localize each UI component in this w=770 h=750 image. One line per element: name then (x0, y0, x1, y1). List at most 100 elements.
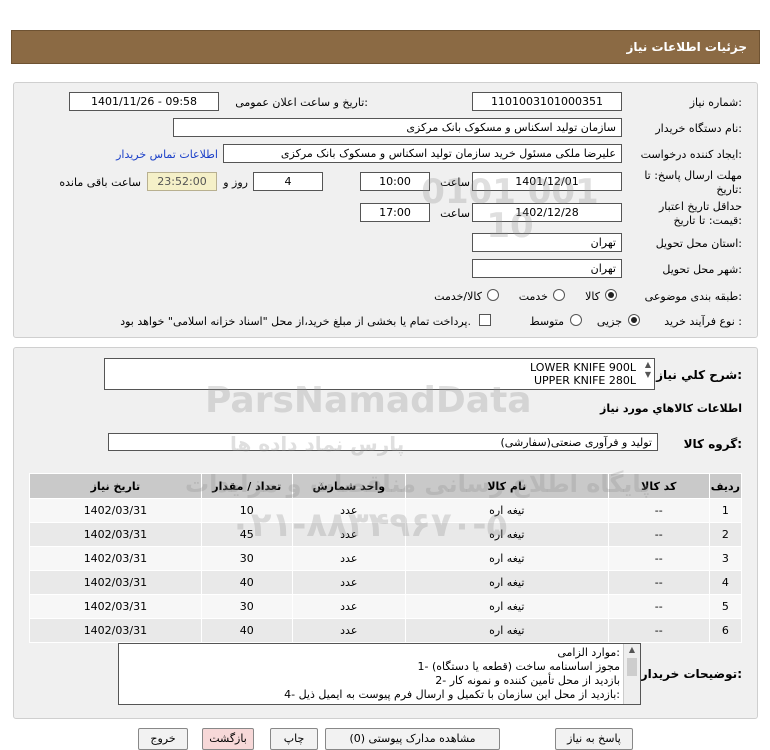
deadline-date-field: 1401/12/01 (472, 172, 622, 191)
goods-section-title: اطلاعات کالاهاي مورد نياز (600, 402, 742, 415)
col-header-quantity: تعداد / مقدار (200, 473, 293, 499)
category-both-label: کالا/خدمت (434, 290, 482, 303)
announce-field: 1401/11/26 - 09:58 (69, 92, 219, 111)
cell-name: تیغه اره (404, 594, 609, 619)
col-header-row-number: ردیف (708, 473, 743, 499)
cell-unit: عدد (291, 570, 406, 595)
summary-label: شرح کلي نياز: (656, 368, 742, 382)
notes-line-2: 1- مجوز اساسنامه ساخت (قطعه یا دستگاه) (417, 660, 620, 673)
cell-unit: عدد (291, 594, 406, 619)
cell-date: 1402/03/31 (29, 498, 202, 523)
notes-line-4: 4- بازدید از محل این سازمان با تکمیل و ا… (284, 688, 620, 701)
page-title: جزئیات اطلاعات نیاز (626, 40, 747, 54)
process-label: نوع فرآیند خرید : (664, 315, 742, 328)
cell-quantity: 45 (200, 522, 293, 547)
cell-name: تیغه اره (404, 522, 609, 547)
cell-row-number: 5 (708, 594, 743, 619)
days-label: روز و (223, 176, 248, 189)
notes-line-1: موارد الزامی: (557, 646, 620, 659)
view-documents-button[interactable]: مشاهده مدارک پیوستی (0) (325, 728, 500, 750)
buyer-org-label: نام دستگاه خریدار: (655, 122, 742, 135)
scroll-thumb[interactable] (627, 658, 637, 676)
deadline-label: مهلت ارسال پاسخ: تا (644, 169, 742, 182)
back-button[interactable]: بازگشت (202, 728, 254, 750)
table-row: 5 -- تیغه اره عدد 30 1402/03/31 (29, 594, 743, 619)
table-row: 3 -- تیغه اره عدد 30 1402/03/31 (29, 546, 743, 571)
announce-label: تاریخ و ساعت اعلان عمومی: (235, 96, 368, 109)
table-row: 6 -- تیغه اره عدد 40 1402/03/31 (29, 618, 743, 643)
cell-unit: عدد (291, 498, 406, 523)
scroll-up-arrow-icon[interactable]: ▲ (624, 644, 640, 656)
cell-code: -- (607, 618, 710, 643)
category-both-radio[interactable] (487, 289, 499, 301)
cell-date: 1402/03/31 (29, 522, 202, 547)
category-label: طبقه بندی موضوعی: (644, 290, 742, 303)
summary-scroll-arrows[interactable]: ▲ ▼ (645, 360, 651, 380)
validity-label-2: قیمت: تا تاریخ: (673, 214, 742, 227)
table-row: 1 -- تیغه اره عدد 10 1402/03/31 (29, 498, 743, 523)
cell-date: 1402/03/31 (29, 570, 202, 595)
print-button[interactable]: چاپ (270, 728, 318, 750)
need-number-label: شماره نیاز: (689, 96, 742, 109)
days-field: 4 (253, 172, 323, 191)
deadline-label-2: تاریخ: (716, 183, 742, 196)
validity-label: حداقل تاریخ اعتبار (658, 200, 742, 213)
contact-buyer-link[interactable]: اطلاعات تماس خریدار (116, 148, 218, 161)
notes-line-3: 2- بازدید از محل تأمین کننده و نمونه کار (435, 674, 620, 687)
exit-button[interactable]: خروج (138, 728, 188, 750)
cell-unit: عدد (291, 522, 406, 547)
cell-date: 1402/03/31 (29, 594, 202, 619)
province-label: استان محل تحویل: (655, 237, 742, 250)
cell-name: تیغه اره (404, 618, 609, 643)
cell-name: تیغه اره (404, 498, 609, 523)
remaining-time-field: 23:52:00 (147, 172, 217, 191)
cell-date: 1402/03/31 (29, 618, 202, 643)
need-number-field: 1101003101000351 (472, 92, 622, 111)
buyer-org-field: سازمان تولید اسکناس و مسکوک بانک مرکزی (173, 118, 622, 137)
process-partial-label: جزیی (596, 315, 622, 328)
cell-name: تیغه اره (404, 570, 609, 595)
remaining-label: ساعت باقی مانده (59, 176, 141, 189)
summary-textarea[interactable]: LOWER KNIFE 900L UPPER KNIFE 280L ▲ ▼ (104, 358, 655, 390)
goods-group-field: تولید و فرآوری صنعتی(سفارشی) (108, 433, 658, 451)
col-header-code: کد کالا (607, 473, 710, 499)
col-header-unit: واحد شمارش (291, 473, 406, 499)
deadline-time-field: 10:00 (360, 172, 430, 191)
process-partial-radio[interactable] (628, 314, 640, 326)
process-medium-label: متوسط (529, 315, 564, 328)
creator-label: ایجاد کننده درخواست: (640, 148, 742, 161)
cell-row-number: 1 (708, 498, 743, 523)
province-field: تهران (472, 233, 622, 252)
cell-code: -- (607, 594, 710, 619)
table-row: 2 -- تیغه اره عدد 45 1402/03/31 (29, 522, 743, 547)
category-service-radio[interactable] (553, 289, 565, 301)
category-service-label: خدمت (518, 290, 548, 303)
validity-date-field: 1402/12/28 (472, 203, 622, 222)
summary-line-2: UPPER KNIFE 280L (534, 374, 636, 387)
cell-row-number: 3 (708, 546, 743, 571)
category-goods-label: کالا (585, 290, 600, 303)
cell-row-number: 6 (708, 618, 743, 643)
cell-code: -- (607, 546, 710, 571)
items-table: ردیف کد کالا نام کالا واحد شمارش تعداد /… (29, 473, 743, 643)
treasury-payment-checkbox[interactable] (479, 314, 491, 326)
table-row: 4 -- تیغه اره عدد 40 1402/03/31 (29, 570, 743, 595)
validity-hour-label: ساعت (440, 207, 470, 220)
notes-scrollbar[interactable]: ▲ (623, 644, 640, 704)
creator-field: علیرضا ملکی مسئول خرید سازمان تولید اسکن… (223, 144, 622, 163)
cell-row-number: 2 (708, 522, 743, 547)
buyer-notes-textarea[interactable]: موارد الزامی: 1- مجوز اساسنامه ساخت (قطع… (118, 643, 641, 705)
cell-unit: عدد (291, 546, 406, 571)
category-goods-radio[interactable] (605, 289, 617, 301)
city-label: شهر محل تحویل: (662, 263, 742, 276)
cell-code: -- (607, 498, 710, 523)
deadline-hour-label: ساعت (440, 176, 470, 189)
cell-code: -- (607, 522, 710, 547)
reply-button[interactable]: پاسخ به نیاز (555, 728, 633, 750)
summary-line-1: LOWER KNIFE 900L (530, 361, 636, 374)
cell-quantity: 40 (200, 618, 293, 643)
page-header: جزئیات اطلاعات نیاز (11, 30, 760, 64)
table-header-row: ردیف کد کالا نام کالا واحد شمارش تعداد /… (29, 473, 743, 499)
cell-quantity: 10 (200, 498, 293, 523)
process-medium-radio[interactable] (570, 314, 582, 326)
